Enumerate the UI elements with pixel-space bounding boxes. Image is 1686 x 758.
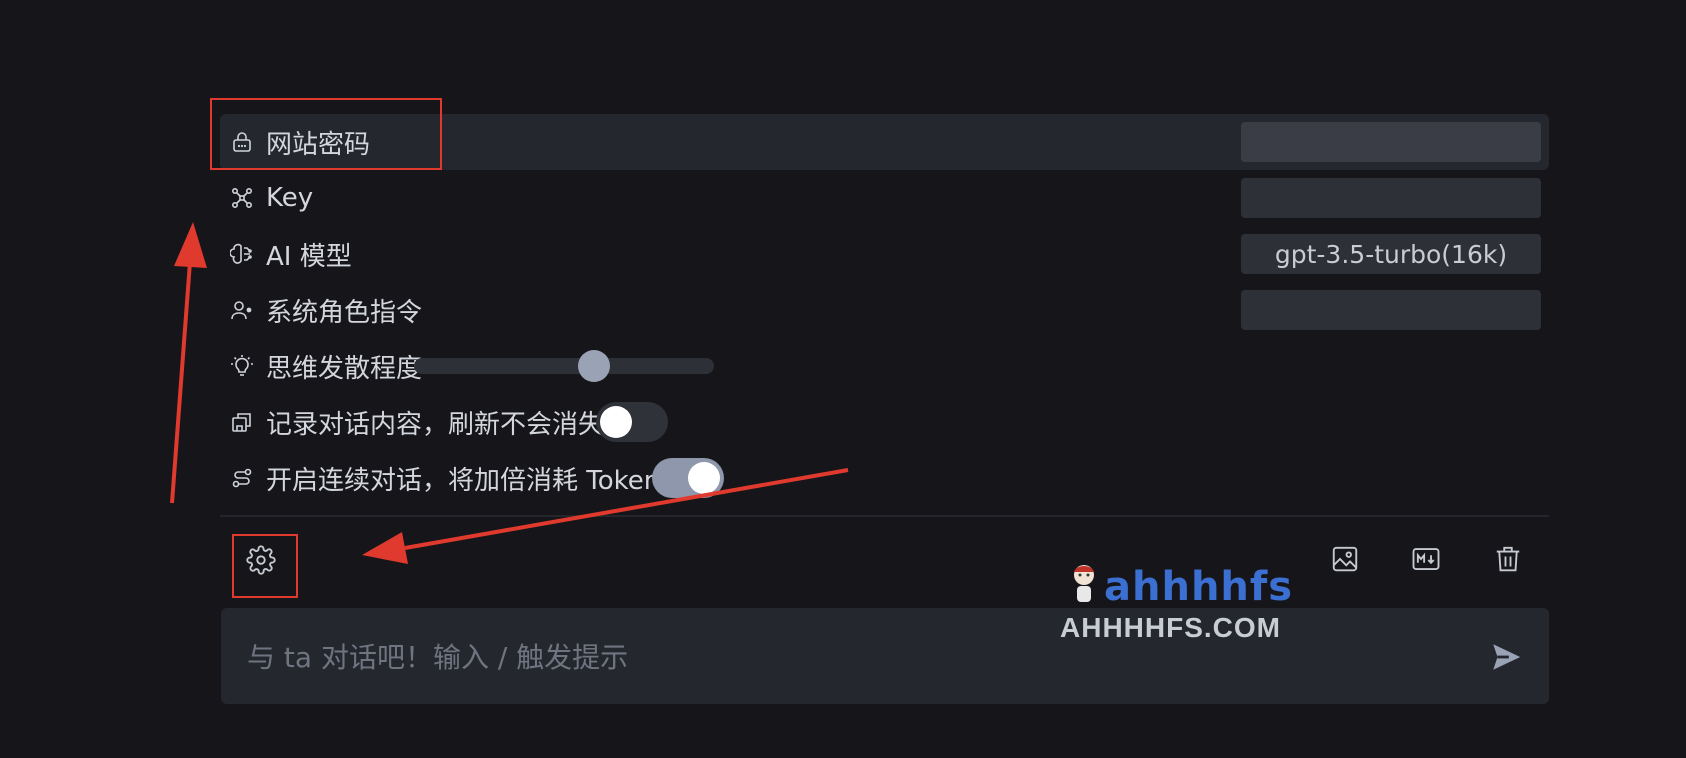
- api-key-input[interactable]: [1241, 178, 1541, 218]
- trash-icon: [1496, 546, 1520, 572]
- toggle-knob: [688, 462, 721, 494]
- setting-label: AI 模型: [266, 241, 352, 272]
- key-nodes-icon: [231, 187, 252, 208]
- continuous-chat-toggle[interactable]: [652, 458, 725, 498]
- brain-icon: [230, 243, 252, 264]
- send-button[interactable]: [1489, 640, 1523, 674]
- watermark: ahhhhfs AHHHHFS.COM: [1060, 558, 1310, 648]
- ai-model-select[interactable]: gpt-3.5-turbo(16k): [1241, 234, 1541, 274]
- send-icon: [1493, 644, 1521, 670]
- setting-row-system-role: 系统角色指令: [220, 282, 1549, 338]
- setting-label: Key: [266, 183, 314, 213]
- settings-panel: 网站密码 Key AI 模型 gpt-3.5-turbo(16k) 系统角色指令…: [220, 114, 1549, 506]
- setting-row-save-history: 记录对话内容，刷新不会消失: [220, 394, 1549, 450]
- setting-label: 系统角色指令: [266, 297, 423, 328]
- export-markdown-button[interactable]: [1411, 544, 1441, 574]
- watermark-brand: ahhhhfs: [1104, 564, 1294, 610]
- mascot-logo: [1074, 565, 1094, 602]
- user-role-icon: [231, 301, 252, 320]
- toggle-knob: [600, 406, 633, 438]
- setting-label: 记录对话内容，刷新不会消失: [266, 409, 605, 440]
- markdown-icon: [1412, 548, 1440, 570]
- save-history-toggle[interactable]: [596, 402, 669, 442]
- setting-row-continuous-chat: 开启连续对话，将加倍消耗 Token: [220, 450, 1549, 506]
- image-icon: [1332, 546, 1358, 572]
- setting-label: 开启连续对话，将加倍消耗 Token: [266, 465, 661, 496]
- setting-row-ai-model: AI 模型 gpt-3.5-turbo(16k): [220, 226, 1549, 282]
- export-image-button[interactable]: [1330, 544, 1360, 574]
- watermark-domain: AHHHHFS.COM: [1060, 612, 1281, 643]
- message-composer: [221, 608, 1549, 704]
- annotation-box-settings: [232, 534, 298, 598]
- setting-row-key: Key: [220, 170, 1549, 226]
- site-password-input[interactable]: [1241, 122, 1541, 162]
- setting-label: 思维发散程度: [266, 353, 423, 384]
- setting-row-temperature: 思维发散程度: [220, 338, 1549, 394]
- save-history-icon: [232, 413, 251, 432]
- clear-chat-button[interactable]: [1493, 544, 1523, 574]
- continuous-chat-icon: [232, 468, 252, 488]
- slider-thumb[interactable]: [578, 350, 611, 382]
- temperature-slider[interactable]: [414, 350, 715, 382]
- system-role-input[interactable]: [1241, 290, 1541, 330]
- divider: [220, 515, 1549, 517]
- annotation-box-password: [210, 98, 442, 170]
- lightbulb-icon: [231, 355, 253, 376]
- annotation-arrow-up: [170, 222, 207, 504]
